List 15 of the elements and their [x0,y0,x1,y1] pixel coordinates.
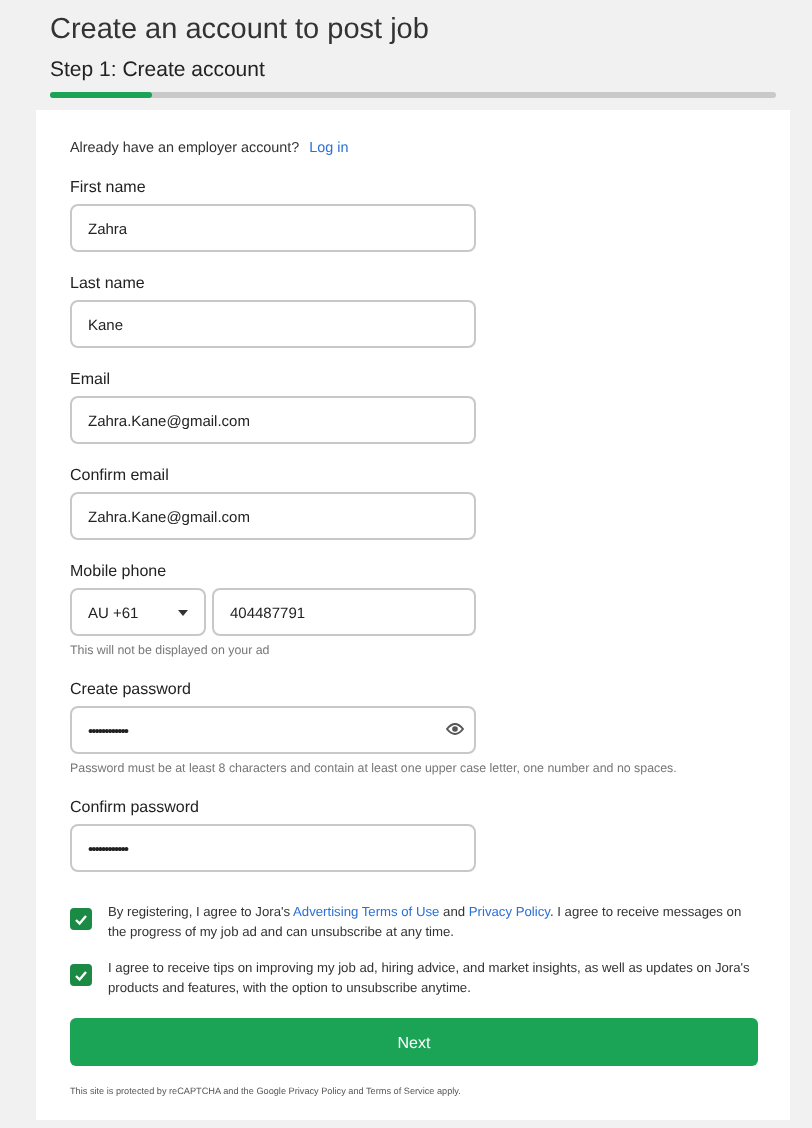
check-icon [74,913,88,925]
caret-icon [178,609,188,615]
field-label: Last name [70,274,147,292]
checkbox[interactable] [70,964,92,986]
step-title: Step 1: Create account [50,56,267,84]
checkbox[interactable] [70,908,92,930]
field-label: Confirm email [70,466,171,484]
field-label: First name [70,178,148,196]
field-label: Mobile phone [70,562,169,580]
field-label: Create password [70,680,193,698]
page-title: Create an account to post job [50,12,431,50]
check-icon [74,969,88,981]
field-label: Email [70,370,113,388]
show-password-icon[interactable] [446,722,464,736]
field-label: Confirm password [70,798,201,816]
